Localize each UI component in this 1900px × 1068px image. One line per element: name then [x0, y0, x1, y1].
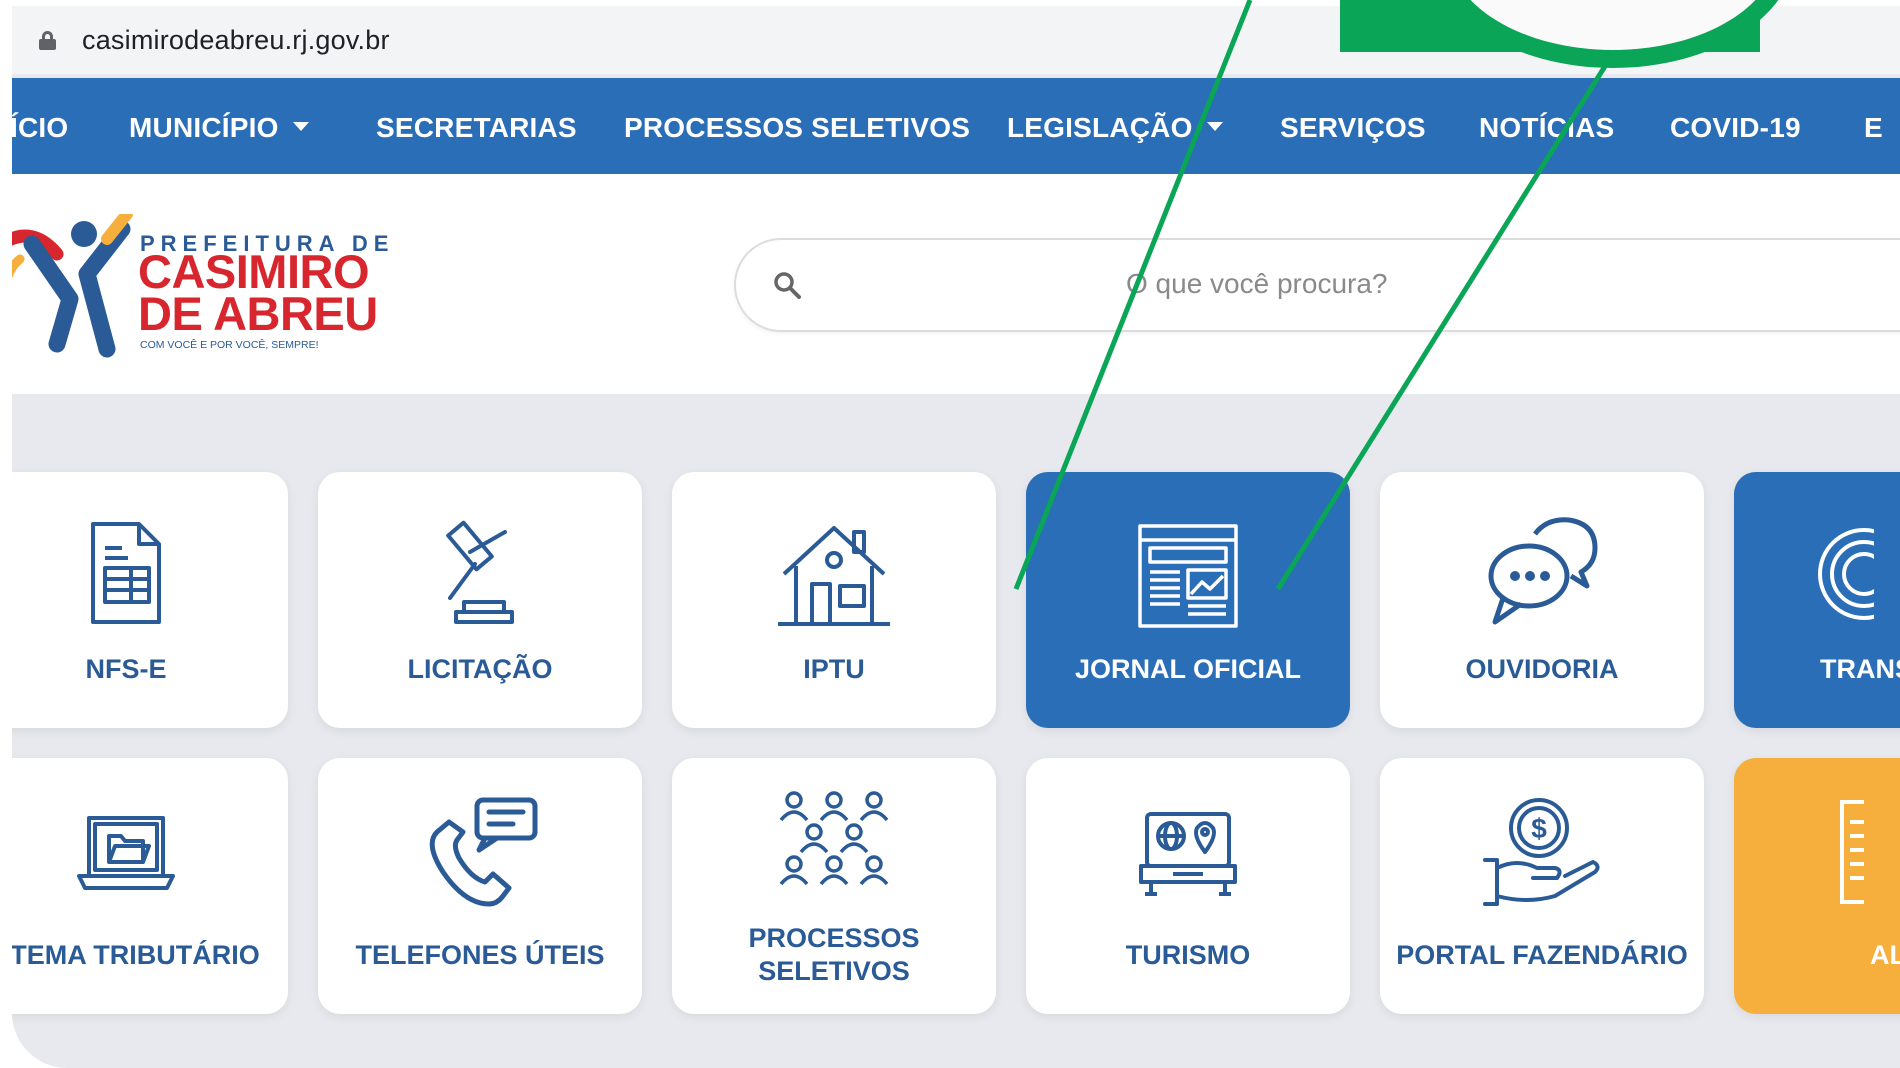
- nav-item-covid[interactable]: COVID-19: [1670, 112, 1801, 144]
- tile-label: OUVIDORIA: [1465, 654, 1619, 684]
- tile-label: NFS-E: [85, 654, 167, 684]
- tile-al[interactable]: AL: [1734, 758, 1900, 1014]
- tile-transparencia[interactable]: TRANS: [1734, 472, 1900, 728]
- tile-label: LICITAÇÃO: [407, 654, 553, 684]
- site-header: PREFEITURA DE CASIMIRO DE ABREU COM VOCÊ…: [12, 174, 1900, 394]
- tile-label: STEMA TRIBUTÁRIO: [12, 940, 260, 970]
- tourism-icon: [1026, 806, 1350, 926]
- tile-processos-seletivos[interactable]: PROCESSOS SELETIVOS: [672, 758, 996, 1014]
- logo-line-3: DE ABREU: [138, 287, 378, 340]
- url-text[interactable]: casimirodeabreu.rj.gov.br: [82, 25, 390, 56]
- tile-label: TELEFONES ÚTEIS: [355, 940, 605, 970]
- transparency-icon: [1610, 514, 1900, 634]
- lock-icon: [39, 31, 56, 50]
- document-icon: [12, 514, 288, 634]
- caret-down-icon: [1206, 122, 1223, 132]
- tile-jornal-oficial[interactable]: JORNAL OFICIAL: [1026, 472, 1350, 728]
- tile-label: AL: [1870, 940, 1900, 970]
- nav-item-more[interactable]: E: [1864, 112, 1883, 144]
- laptop-folder-icon: [12, 806, 288, 926]
- nav-item-legislacao[interactable]: LEGISLAÇÃO: [1007, 112, 1223, 144]
- nav-item-inicio[interactable]: ÍCIO: [12, 112, 68, 144]
- gavel-icon: [318, 514, 642, 634]
- tile-label: TURISMO: [1125, 940, 1251, 970]
- newspaper-icon: [1026, 514, 1350, 634]
- svg-text:$: $: [1531, 813, 1547, 844]
- logo-slogan: COM VOCÊ E POR VOCÊ, SEMPRE!: [140, 339, 319, 351]
- tile-turismo[interactable]: TURISMO: [1026, 758, 1350, 1014]
- people-icon: [672, 786, 996, 906]
- tile-label: IPTU: [803, 654, 865, 684]
- logo-figure-icon: [12, 214, 133, 358]
- tile-sistema-tributario[interactable]: STEMA TRIBUTÁRIO: [12, 758, 288, 1014]
- tile-label: PROCESSOS SELETIVOS: [748, 923, 920, 986]
- search-icon[interactable]: [772, 270, 802, 300]
- document-icon: [1610, 792, 1900, 912]
- search-input[interactable]: [1126, 264, 1726, 304]
- nav-item-secretarias[interactable]: SECRETARIAS: [376, 112, 577, 144]
- caret-down-icon: [292, 122, 309, 132]
- nav-item-processos-seletivos[interactable]: PROCESSOS SELETIVOS: [624, 112, 970, 144]
- nav-item-servicos[interactable]: SERVIÇOS: [1280, 112, 1426, 144]
- tile-telefones-uteis[interactable]: TELEFONES ÚTEIS: [318, 758, 642, 1014]
- tile-label: TRANS: [1820, 654, 1900, 684]
- nav-item-municipio[interactable]: MUNICÍPIO: [129, 112, 309, 144]
- nav-item-noticias[interactable]: NOTÍCIAS: [1479, 112, 1614, 144]
- tile-iptu[interactable]: IPTU: [672, 472, 996, 728]
- tile-label: JORNAL OFICIAL: [1074, 654, 1301, 684]
- browser-window: casimirodeabreu.rj.gov.br ÍCIO MUNICÍPIO…: [12, 6, 1900, 1068]
- search-bar[interactable]: [734, 238, 1900, 332]
- tile-licitacao[interactable]: LICITAÇÃO: [318, 472, 642, 728]
- main-nav: ÍCIO MUNICÍPIO SECRETARIAS PROCESSOS SEL…: [12, 78, 1900, 174]
- phone-icon: [318, 792, 642, 912]
- tile-nfse[interactable]: NFS-E: [12, 472, 288, 728]
- tile-label: PORTAL FAZENDÁRIO: [1396, 940, 1688, 970]
- house-icon: [672, 514, 996, 634]
